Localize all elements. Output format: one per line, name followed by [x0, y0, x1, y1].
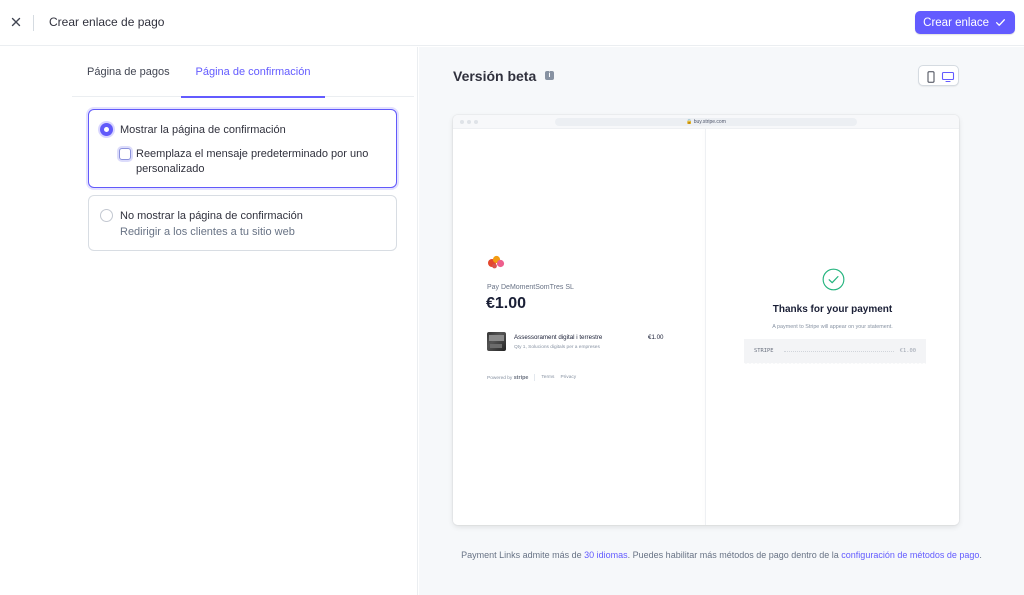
header-divider: [33, 15, 34, 31]
option-hide-description: Redirigir a los clientes a tu sitio web: [120, 226, 295, 238]
product-image: [487, 332, 506, 351]
desktop-preview-icon[interactable]: [941, 70, 955, 83]
window-dots: [460, 120, 478, 124]
merchant-logo: [486, 254, 506, 270]
confirmation-preview: Thanks for your payment A payment to Str…: [706, 129, 959, 525]
product-price: €1.00: [648, 334, 664, 341]
url-bar: 🔒 buy.stripe.com: [555, 118, 857, 126]
checkmark-icon: [996, 19, 1005, 26]
preview-panel: Versión beta i 🔒 buy.stripe.com Pay DeMo…: [419, 47, 1024, 595]
tab-confirmation-page[interactable]: Página de confirmación: [181, 47, 325, 98]
checkout-footer: Powered by stripe Terms Privacy: [487, 374, 576, 381]
success-check-icon: [822, 268, 845, 291]
custom-message-label: Reemplaza el mensaje predeterminado por …: [136, 148, 369, 175]
radio-hide-confirmation[interactable]: [100, 209, 113, 222]
checkout-summary: Pay DeMomentSomTres SL €1.00 Assessorame…: [453, 129, 705, 525]
product-name: Assessorament digital i terrestre: [514, 334, 603, 341]
option-show-confirmation[interactable]: Mostrar la página de confirmación Reempl…: [88, 109, 397, 188]
languages-link[interactable]: 30 idiomas: [584, 550, 628, 560]
url-text: buy.stripe.com: [693, 119, 726, 125]
info-icon[interactable]: i: [545, 71, 554, 80]
receipt-label: STRIPE: [754, 348, 774, 354]
close-icon[interactable]: [8, 14, 24, 30]
stripe-logo: stripe: [513, 374, 529, 381]
thanks-heading: Thanks for your payment: [772, 304, 893, 315]
payment-links-note: Payment Links admite más de 30 idiomas. …: [419, 548, 1024, 562]
note-text-3: .: [979, 550, 982, 560]
mobile-preview-icon[interactable]: [924, 70, 938, 83]
note-text-2: . Puedes habilitar más métodos de pago d…: [627, 550, 842, 560]
option-hide-label: No mostrar la página de confirmación: [120, 210, 303, 222]
create-link-button-label: Crear enlace: [923, 16, 989, 29]
page-title: Crear enlace de pago: [49, 15, 165, 29]
preview-title: Versión beta: [453, 68, 537, 84]
browser-toolbar: 🔒 buy.stripe.com: [453, 115, 959, 129]
receipt-amount: €1.00: [899, 348, 916, 354]
lock-icon: 🔒: [686, 119, 693, 125]
custom-message-checkbox[interactable]: [119, 148, 131, 160]
tab-bar: Página de pagos Página de confirmación: [72, 47, 414, 98]
powered-by-label: Powered by: [487, 375, 513, 381]
note-text-1: Payment Links admite más de: [461, 550, 585, 560]
option-hide-confirmation[interactable]: No mostrar la página de confirmación Red…: [88, 195, 397, 251]
product-subtitle: Qty 1, Solucions digitals per a empreses: [514, 345, 600, 350]
terms-link[interactable]: Terms: [541, 375, 554, 380]
footer-divider: [534, 374, 536, 381]
settings-panel: Página de pagos Página de confirmación M…: [0, 47, 418, 595]
statement-note: A payment to Stripe will appear on your …: [772, 324, 893, 330]
browser-preview: 🔒 buy.stripe.com Pay DeMomentSomTres SL …: [453, 115, 959, 525]
create-link-button[interactable]: Crear enlace: [915, 11, 1015, 34]
option-show-label: Mostrar la página de confirmación: [120, 124, 286, 136]
merchant-name: Pay DeMomentSomTres SL: [487, 284, 574, 291]
tab-payment-page[interactable]: Página de pagos: [87, 47, 170, 97]
payment-methods-settings-link[interactable]: configuración de métodos de pago: [841, 550, 979, 560]
privacy-link[interactable]: Privacy: [560, 375, 576, 380]
total-price: €1.00: [486, 295, 527, 312]
header-bar: Crear enlace de pago Crear enlace: [0, 0, 1024, 46]
receipt-stub: STRIPE €1.00: [744, 339, 926, 365]
receipt-dotted-line: [784, 351, 894, 352]
radio-show-confirmation[interactable]: [100, 123, 113, 136]
device-toggle: [918, 65, 959, 86]
